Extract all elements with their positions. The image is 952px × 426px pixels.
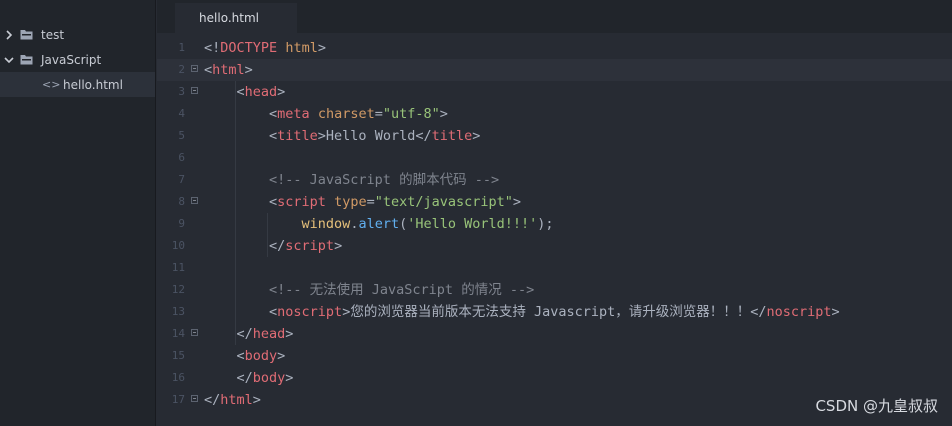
tab-hello-html[interactable]: hello.html xyxy=(175,3,297,33)
code-text: </body> xyxy=(204,370,294,386)
code-line[interactable]: 7 <!-- JavaScript 的脚本代码 --> xyxy=(157,169,952,191)
line-number: 17 xyxy=(171,393,185,406)
code-text: <noscript>您的浏览器当前版本无法支持 Javascript，请升级浏览… xyxy=(204,304,840,320)
code-text: window.alert('Hello World!!!'); xyxy=(301,216,554,232)
code-line[interactable]: 1 <!DOCTYPE html> xyxy=(157,37,952,59)
indent-guide xyxy=(234,81,236,345)
code-line[interactable]: 12 <!-- 无法使用 JavaScript 的情况 --> xyxy=(157,279,952,301)
code-line[interactable]: 6 xyxy=(157,147,952,169)
code-text: </html> xyxy=(204,392,261,408)
tab-bar: hello.html xyxy=(157,0,952,33)
code-line[interactable]: 13 <noscript>您的浏览器当前版本无法支持 Javascript，请升… xyxy=(157,301,952,323)
line-number: 8 xyxy=(178,195,185,208)
line-number: 9 xyxy=(178,217,185,230)
line-number: 4 xyxy=(178,107,185,120)
code-line[interactable]: 11 xyxy=(157,257,952,279)
code-text: <script type="text/javascript"> xyxy=(204,194,522,210)
code-text: </script> xyxy=(204,238,343,254)
line-number: 16 xyxy=(171,371,185,384)
tree-item-test[interactable]: test xyxy=(0,22,155,47)
line-number: 3 xyxy=(178,85,185,98)
line-number: 1 xyxy=(178,41,185,54)
fold-toggle-icon[interactable] xyxy=(191,329,198,336)
fold-toggle-icon[interactable] xyxy=(191,197,198,204)
tree-item-label: hello.html xyxy=(63,77,123,92)
tab-label: hello.html xyxy=(199,11,259,25)
tree-item-label: JavaScript xyxy=(41,52,102,67)
code-line[interactable]: 8 <script type="text/javascript"> xyxy=(157,191,952,213)
code-line[interactable]: 15 <body> xyxy=(157,345,952,367)
watermark: CSDN @九皇叔叔 xyxy=(815,397,938,415)
code-text: <!DOCTYPE html> xyxy=(204,40,326,56)
chevron-right-icon[interactable] xyxy=(4,29,14,40)
code-line[interactable]: 3 <head> xyxy=(157,81,952,103)
line-number: 10 xyxy=(171,239,185,252)
folder-icon xyxy=(20,30,33,40)
line-number: 12 xyxy=(171,283,185,296)
fold-toggle-icon[interactable] xyxy=(191,395,198,402)
code-line[interactable]: 2 <html> xyxy=(157,59,952,81)
line-number: 7 xyxy=(178,173,185,186)
chevron-down-icon[interactable] xyxy=(4,55,14,65)
line-number: 14 xyxy=(171,327,185,340)
line-number: 13 xyxy=(171,305,185,318)
fold-toggle-icon[interactable] xyxy=(191,87,198,94)
code-text: </head> xyxy=(204,326,294,342)
code-text: <!-- JavaScript 的脚本代码 --> xyxy=(204,172,500,188)
code-text: <title>Hello World</title> xyxy=(204,128,481,144)
code-line[interactable]: 4 <meta charset="utf-8"> xyxy=(157,103,952,125)
code-text: <body> xyxy=(204,348,286,364)
folder-icon xyxy=(20,55,33,65)
tree-item-javascript[interactable]: JavaScript xyxy=(0,47,155,72)
line-number: 15 xyxy=(171,349,185,362)
code-line[interactable]: 16 </body> xyxy=(157,367,952,389)
line-number: 5 xyxy=(178,129,185,142)
code-line[interactable]: 14 </head> xyxy=(157,323,952,345)
code-file-icon: <> xyxy=(42,78,61,91)
fold-toggle-icon[interactable] xyxy=(191,65,198,72)
code-line[interactable]: 9 window.alert('Hello World!!!'); xyxy=(157,213,952,235)
code-text: <head> xyxy=(204,84,286,100)
code-text: <html> xyxy=(204,62,253,78)
line-number: 6 xyxy=(178,151,185,164)
code-text: <meta charset="utf-8"> xyxy=(204,106,448,122)
file-tree-sidebar: test JavaScript <> hello.html xyxy=(0,0,156,426)
line-number: 11 xyxy=(171,261,185,274)
indent-guide xyxy=(267,213,269,257)
code-line[interactable]: 10 </script> xyxy=(157,235,952,257)
tree-item-label: test xyxy=(41,27,65,42)
tree-item-hello-html[interactable]: <> hello.html xyxy=(0,72,155,97)
code-editor[interactable]: 1 <!DOCTYPE html> 2 <html> 3 <head> 4 <meta c… xyxy=(157,33,952,426)
line-number: 2 xyxy=(178,63,185,76)
code-text: <!-- 无法使用 JavaScript 的情况 --> xyxy=(204,282,535,298)
code-line[interactable]: 5 <title>Hello World</title> xyxy=(157,125,952,147)
